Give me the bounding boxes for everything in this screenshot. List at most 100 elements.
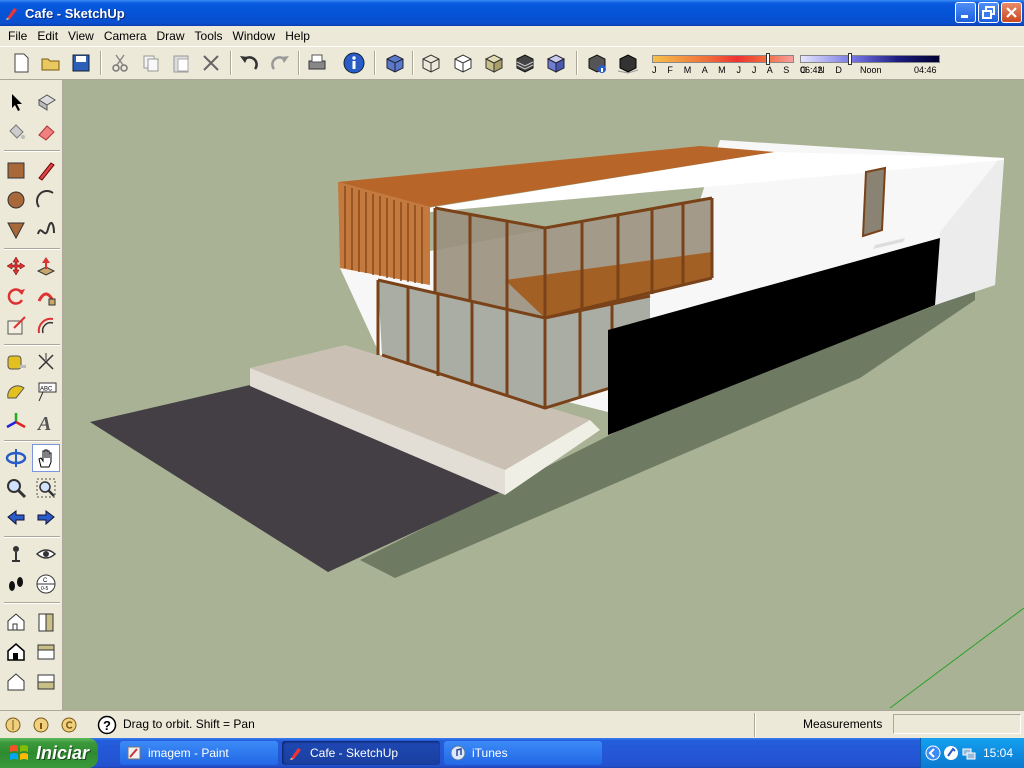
freehand-tool[interactable] — [32, 216, 60, 244]
pan-tool[interactable] — [32, 444, 60, 472]
paint-app-icon — [127, 746, 141, 760]
make-component-tool[interactable] — [32, 88, 60, 116]
previous-view-tool[interactable] — [2, 504, 30, 532]
move-tool[interactable] — [2, 252, 30, 280]
taskbar-item-label: Cafe - SketchUp — [310, 746, 399, 760]
open-button[interactable] — [38, 50, 64, 76]
taskbar-item-sketchup[interactable]: Cafe - SketchUp — [282, 741, 440, 765]
shaded-button[interactable] — [481, 50, 507, 76]
left-view-button[interactable] — [32, 668, 60, 696]
taskbar-item-paint[interactable]: imagem - Paint — [120, 741, 278, 765]
windows-logo-icon — [10, 745, 28, 760]
time-slider[interactable] — [800, 55, 940, 63]
3d-text-tool[interactable]: A — [32, 408, 60, 436]
shaded-textures-button[interactable] — [512, 50, 538, 76]
look-around-tool[interactable] — [32, 540, 60, 568]
undo-button[interactable] — [236, 50, 262, 76]
axes-tool[interactable] — [2, 408, 30, 436]
section-plane-tool[interactable]: C 0-5 — [32, 570, 60, 598]
start-button[interactable]: Iniciar — [0, 738, 98, 768]
menu-draw[interactable]: Draw — [152, 29, 190, 43]
paste-button[interactable] — [168, 50, 194, 76]
shadow-settings-button[interactable] — [584, 50, 610, 76]
line-tool[interactable] — [32, 156, 60, 184]
time-slider-thumb[interactable] — [848, 53, 852, 65]
menu-tools[interactable]: Tools — [190, 29, 228, 43]
date-slider[interactable] — [652, 55, 794, 63]
minimize-button[interactable] — [955, 2, 976, 23]
monochrome-button[interactable] — [543, 50, 569, 76]
redo-icon — [271, 56, 289, 70]
copyright-icon[interactable] — [60, 716, 78, 734]
position-camera-tool[interactable] — [2, 540, 30, 568]
save-button[interactable] — [68, 50, 94, 76]
copy-button[interactable] — [138, 50, 164, 76]
zoom-extents-tool[interactable] — [32, 504, 60, 532]
monochrome-cube-icon — [546, 54, 566, 73]
menu-camera[interactable]: Camera — [99, 29, 152, 43]
top-view-button[interactable] — [32, 638, 60, 666]
push-pull-tool[interactable] — [32, 252, 60, 280]
pencil-icon — [38, 162, 55, 181]
tray-network-icon[interactable] — [961, 745, 977, 761]
text-tool[interactable]: ABC — [32, 378, 60, 406]
hidden-line-button[interactable] — [450, 50, 476, 76]
circle-tool[interactable] — [2, 186, 30, 214]
drawing-viewport[interactable] — [63, 80, 1024, 710]
menu-window[interactable]: Window — [228, 29, 281, 43]
measurements-input[interactable] — [893, 714, 1021, 734]
orbit-tool[interactable] — [2, 444, 30, 472]
tape-measure-tool[interactable] — [2, 348, 30, 376]
date-slider-thumb[interactable] — [766, 53, 770, 65]
iso-view-button[interactable] — [2, 608, 30, 636]
erase-button[interactable] — [198, 50, 224, 76]
offset-tool[interactable] — [32, 312, 60, 340]
back-view-button[interactable] — [2, 668, 30, 696]
main-toolbar: J F M A M J J A S O N D 06:42 Noon 04:46 — [0, 46, 1024, 80]
scale-tool[interactable] — [2, 312, 30, 340]
save-icon — [72, 54, 90, 72]
display-shadows-button[interactable] — [615, 50, 641, 76]
zoom-window-tool[interactable] — [32, 474, 60, 502]
scale-icon — [7, 316, 26, 335]
rotate-tool[interactable] — [2, 282, 30, 310]
clock: 15:04 — [983, 746, 1014, 760]
dimension-icon — [38, 353, 54, 370]
credits-icon[interactable] — [32, 716, 50, 734]
arc-tool[interactable] — [32, 186, 60, 214]
menu-edit[interactable]: Edit — [32, 29, 63, 43]
eraser-tool[interactable] — [32, 118, 60, 146]
title-bar[interactable]: Cafe - SketchUp — [0, 0, 1024, 26]
select-tool[interactable] — [2, 88, 30, 116]
tray-sketchup-icon[interactable] — [943, 745, 959, 761]
help-icon[interactable]: ? — [97, 715, 117, 735]
follow-me-tool[interactable] — [32, 282, 60, 310]
polygon-tool[interactable] — [2, 216, 30, 244]
xray-button[interactable] — [382, 50, 408, 76]
print-button[interactable] — [304, 50, 330, 76]
walk-tool[interactable] — [2, 570, 30, 598]
menu-view[interactable]: View — [63, 29, 99, 43]
menu-help[interactable]: Help — [280, 29, 315, 43]
open-folder-icon — [41, 58, 60, 71]
close-button[interactable] — [1001, 2, 1022, 23]
maximize-button[interactable] — [978, 2, 999, 23]
protractor-tool[interactable] — [2, 378, 30, 406]
tray-arrow-icon[interactable] — [925, 745, 941, 761]
dimension-tool[interactable] — [32, 348, 60, 376]
paint-bucket-tool[interactable] — [2, 118, 30, 146]
new-button[interactable] — [8, 50, 34, 76]
right-view-button[interactable] — [32, 608, 60, 636]
menu-file[interactable]: File — [3, 29, 32, 43]
measurements-label: Measurements — [803, 717, 883, 731]
taskbar-item-itunes[interactable]: iTunes — [444, 741, 602, 765]
zoom-tool[interactable] — [2, 474, 30, 502]
rectangle-tool[interactable] — [2, 156, 30, 184]
redo-button[interactable] — [267, 50, 293, 76]
wireframe-button[interactable] — [418, 50, 444, 76]
model-info-button[interactable] — [341, 50, 367, 76]
paste-icon — [173, 55, 189, 73]
front-view-button[interactable] — [2, 638, 30, 666]
geo-location-icon[interactable] — [4, 716, 22, 734]
cut-button[interactable] — [107, 50, 133, 76]
